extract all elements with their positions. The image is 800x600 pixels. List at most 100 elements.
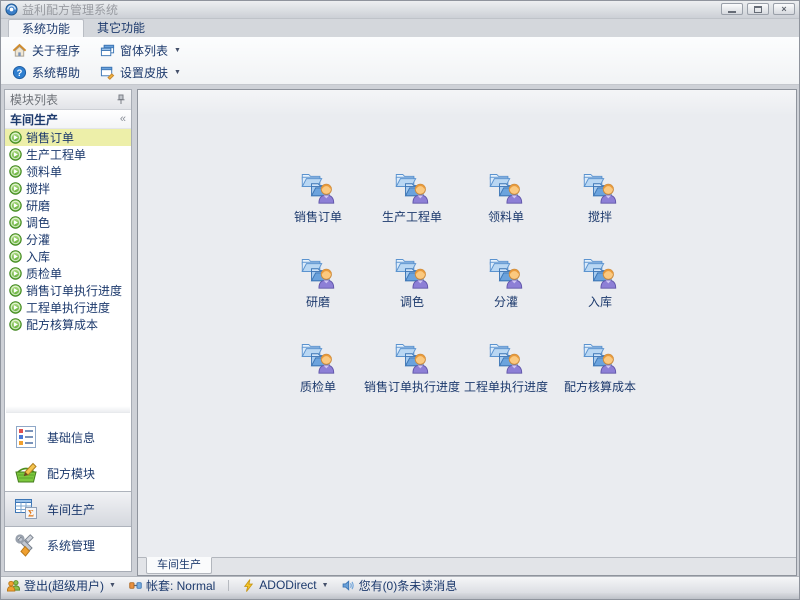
folder-user-icon	[486, 253, 526, 290]
folder-user-icon	[392, 253, 432, 290]
window-list-button[interactable]: 窗体列表 ▼	[94, 40, 187, 60]
group-title: 车间生产	[10, 111, 58, 128]
sidebar-item[interactable]: 生产工程单	[5, 146, 131, 163]
connection-icon	[129, 579, 142, 592]
panel-splitter[interactable]	[6, 406, 130, 413]
ribbon-column-1: 关于程序 系统帮助	[6, 40, 86, 84]
minimize-icon	[728, 11, 736, 13]
shortcut-item[interactable]: 领料单	[459, 168, 553, 225]
shortcut-label: 入库	[588, 293, 612, 310]
tab-system-functions[interactable]: 系统功能	[8, 19, 84, 37]
maximize-icon	[754, 6, 762, 13]
module-list-panel: 模块列表 车间生产 « 销售订单 生产工程单 领料单 搅拌 研磨 调色 分灌 入…	[4, 89, 132, 572]
set-skin-button[interactable]: 设置皮肤 ▼	[94, 62, 187, 82]
document-tabstrip: 车间生产	[138, 557, 796, 575]
sidebar-item-label: 搅拌	[26, 180, 50, 197]
sidebar-item[interactable]: 分灌	[5, 231, 131, 248]
sidebar-item-label: 配方核算成本	[26, 316, 98, 333]
collapse-icon[interactable]: «	[120, 113, 126, 125]
shortcut-label: 质检单	[300, 378, 336, 395]
unread-messages-label: 您有(0)条未读消息	[359, 577, 458, 594]
shortcut-item[interactable]: 研磨	[271, 253, 365, 310]
sidebar-item[interactable]: 搅拌	[5, 180, 131, 197]
unread-messages-button[interactable]: 您有(0)条未读消息	[342, 577, 458, 594]
shortcut-item[interactable]: 配方核算成本	[553, 338, 647, 395]
ado-direct-button[interactable]: ADODirect ▼	[242, 578, 328, 592]
app-window: 益利配方管理系统 × 系统功能 其它功能 关于程序 系统帮助 窗体列表	[0, 0, 800, 600]
sidebar-item-list: 销售订单 生产工程单 领料单 搅拌 研磨 调色 分灌 入库 质检单 销售订单执行…	[5, 129, 131, 333]
sidebar-item[interactable]: 调色	[5, 214, 131, 231]
window-bottom-frame	[1, 593, 799, 600]
sidebar-item-label: 销售订单执行进度	[26, 282, 122, 299]
go-icon	[9, 182, 22, 195]
module-button[interactable]: 系统管理	[5, 527, 131, 563]
shortcut-item[interactable]: 质检单	[271, 338, 365, 395]
bottom-tab-workshop[interactable]: 车间生产	[146, 557, 212, 574]
close-button[interactable]: ×	[773, 3, 795, 15]
system-help-label: 系统帮助	[32, 64, 80, 81]
sidebar-item[interactable]: 质检单	[5, 265, 131, 282]
shortcut-item[interactable]: 生产工程单	[365, 168, 459, 225]
folder-user-icon	[298, 253, 338, 290]
sidebar-item-label: 入库	[26, 248, 50, 265]
maximize-button[interactable]	[747, 3, 769, 15]
folder-user-icon	[580, 338, 620, 375]
ribbon-toolbar: 关于程序 系统帮助 窗体列表 ▼ 设置皮肤 ▼	[1, 37, 799, 85]
go-icon	[9, 250, 22, 263]
sidebar-item-label: 调色	[26, 214, 50, 231]
app-icon	[5, 3, 18, 16]
account-set-status: 帐套: Normal	[129, 577, 215, 594]
sidebar-item-label: 销售订单	[26, 129, 74, 146]
minimize-button[interactable]	[721, 3, 743, 15]
shortcut-item[interactable]: 工程单执行进度	[459, 338, 553, 395]
tools-icon	[13, 532, 39, 558]
folder-user-icon	[298, 168, 338, 205]
speaker-icon	[342, 579, 355, 592]
shortcut-item[interactable]: 分灌	[459, 253, 553, 310]
module-button[interactable]: 配方模块	[5, 455, 131, 491]
title-bar: 益利配方管理系统 ×	[1, 1, 799, 19]
window-controls: ×	[721, 3, 795, 15]
shortcut-item[interactable]: 搅拌	[553, 168, 647, 225]
module-button[interactable]: 基础信息	[5, 419, 131, 455]
sidebar-item[interactable]: 工程单执行进度	[5, 299, 131, 316]
module-list-header: 模块列表	[5, 90, 131, 110]
shortcut-item[interactable]: 销售订单执行进度	[365, 338, 459, 395]
sidebar-item[interactable]: 销售订单	[5, 129, 131, 146]
group-header-workshop[interactable]: 车间生产 «	[5, 110, 131, 129]
window-list-label: 窗体列表	[120, 42, 168, 59]
shortcut-label: 分灌	[494, 293, 518, 310]
go-icon	[9, 267, 22, 280]
sidebar-item[interactable]: 入库	[5, 248, 131, 265]
table-sigma-icon	[13, 496, 39, 522]
status-bar: 登出(超级用户) ▼ 帐套: Normal ADODirect ▼ 您有(0)条…	[1, 576, 799, 593]
account-set-label: 帐套: Normal	[146, 577, 215, 594]
chevron-down-icon: ▼	[322, 582, 329, 589]
go-icon	[9, 148, 22, 161]
sidebar-item[interactable]: 销售订单执行进度	[5, 282, 131, 299]
help-icon	[12, 65, 27, 80]
go-icon	[9, 301, 22, 314]
shortcut-item[interactable]: 调色	[365, 253, 459, 310]
ribbon-tabstrip: 系统功能 其它功能	[1, 19, 799, 37]
sidebar-item[interactable]: 配方核算成本	[5, 316, 131, 333]
folder-user-icon	[580, 168, 620, 205]
sidebar-item[interactable]: 研磨	[5, 197, 131, 214]
shortcut-item[interactable]: 入库	[553, 253, 647, 310]
basket-icon	[13, 460, 39, 486]
sidebar-item-label: 质检单	[26, 265, 62, 282]
sidebar-item-label: 工程单执行进度	[26, 299, 110, 316]
pin-icon[interactable]	[116, 94, 126, 105]
window-title: 益利配方管理系统	[22, 1, 118, 18]
sidebar-item-label: 生产工程单	[26, 146, 86, 163]
shortcut-item[interactable]: 销售订单	[271, 168, 365, 225]
module-button[interactable]: 车间生产	[5, 491, 131, 527]
tab-other-functions[interactable]: 其它功能	[84, 19, 158, 37]
module-list-title: 模块列表	[10, 91, 58, 108]
sidebar-item[interactable]: 领料单	[5, 163, 131, 180]
about-program-button[interactable]: 关于程序	[6, 40, 86, 60]
window-list-icon	[100, 43, 115, 58]
logout-button[interactable]: 登出(超级用户) ▼	[7, 577, 116, 594]
shortcut-label: 搅拌	[588, 208, 612, 225]
system-help-button[interactable]: 系统帮助	[6, 62, 86, 82]
